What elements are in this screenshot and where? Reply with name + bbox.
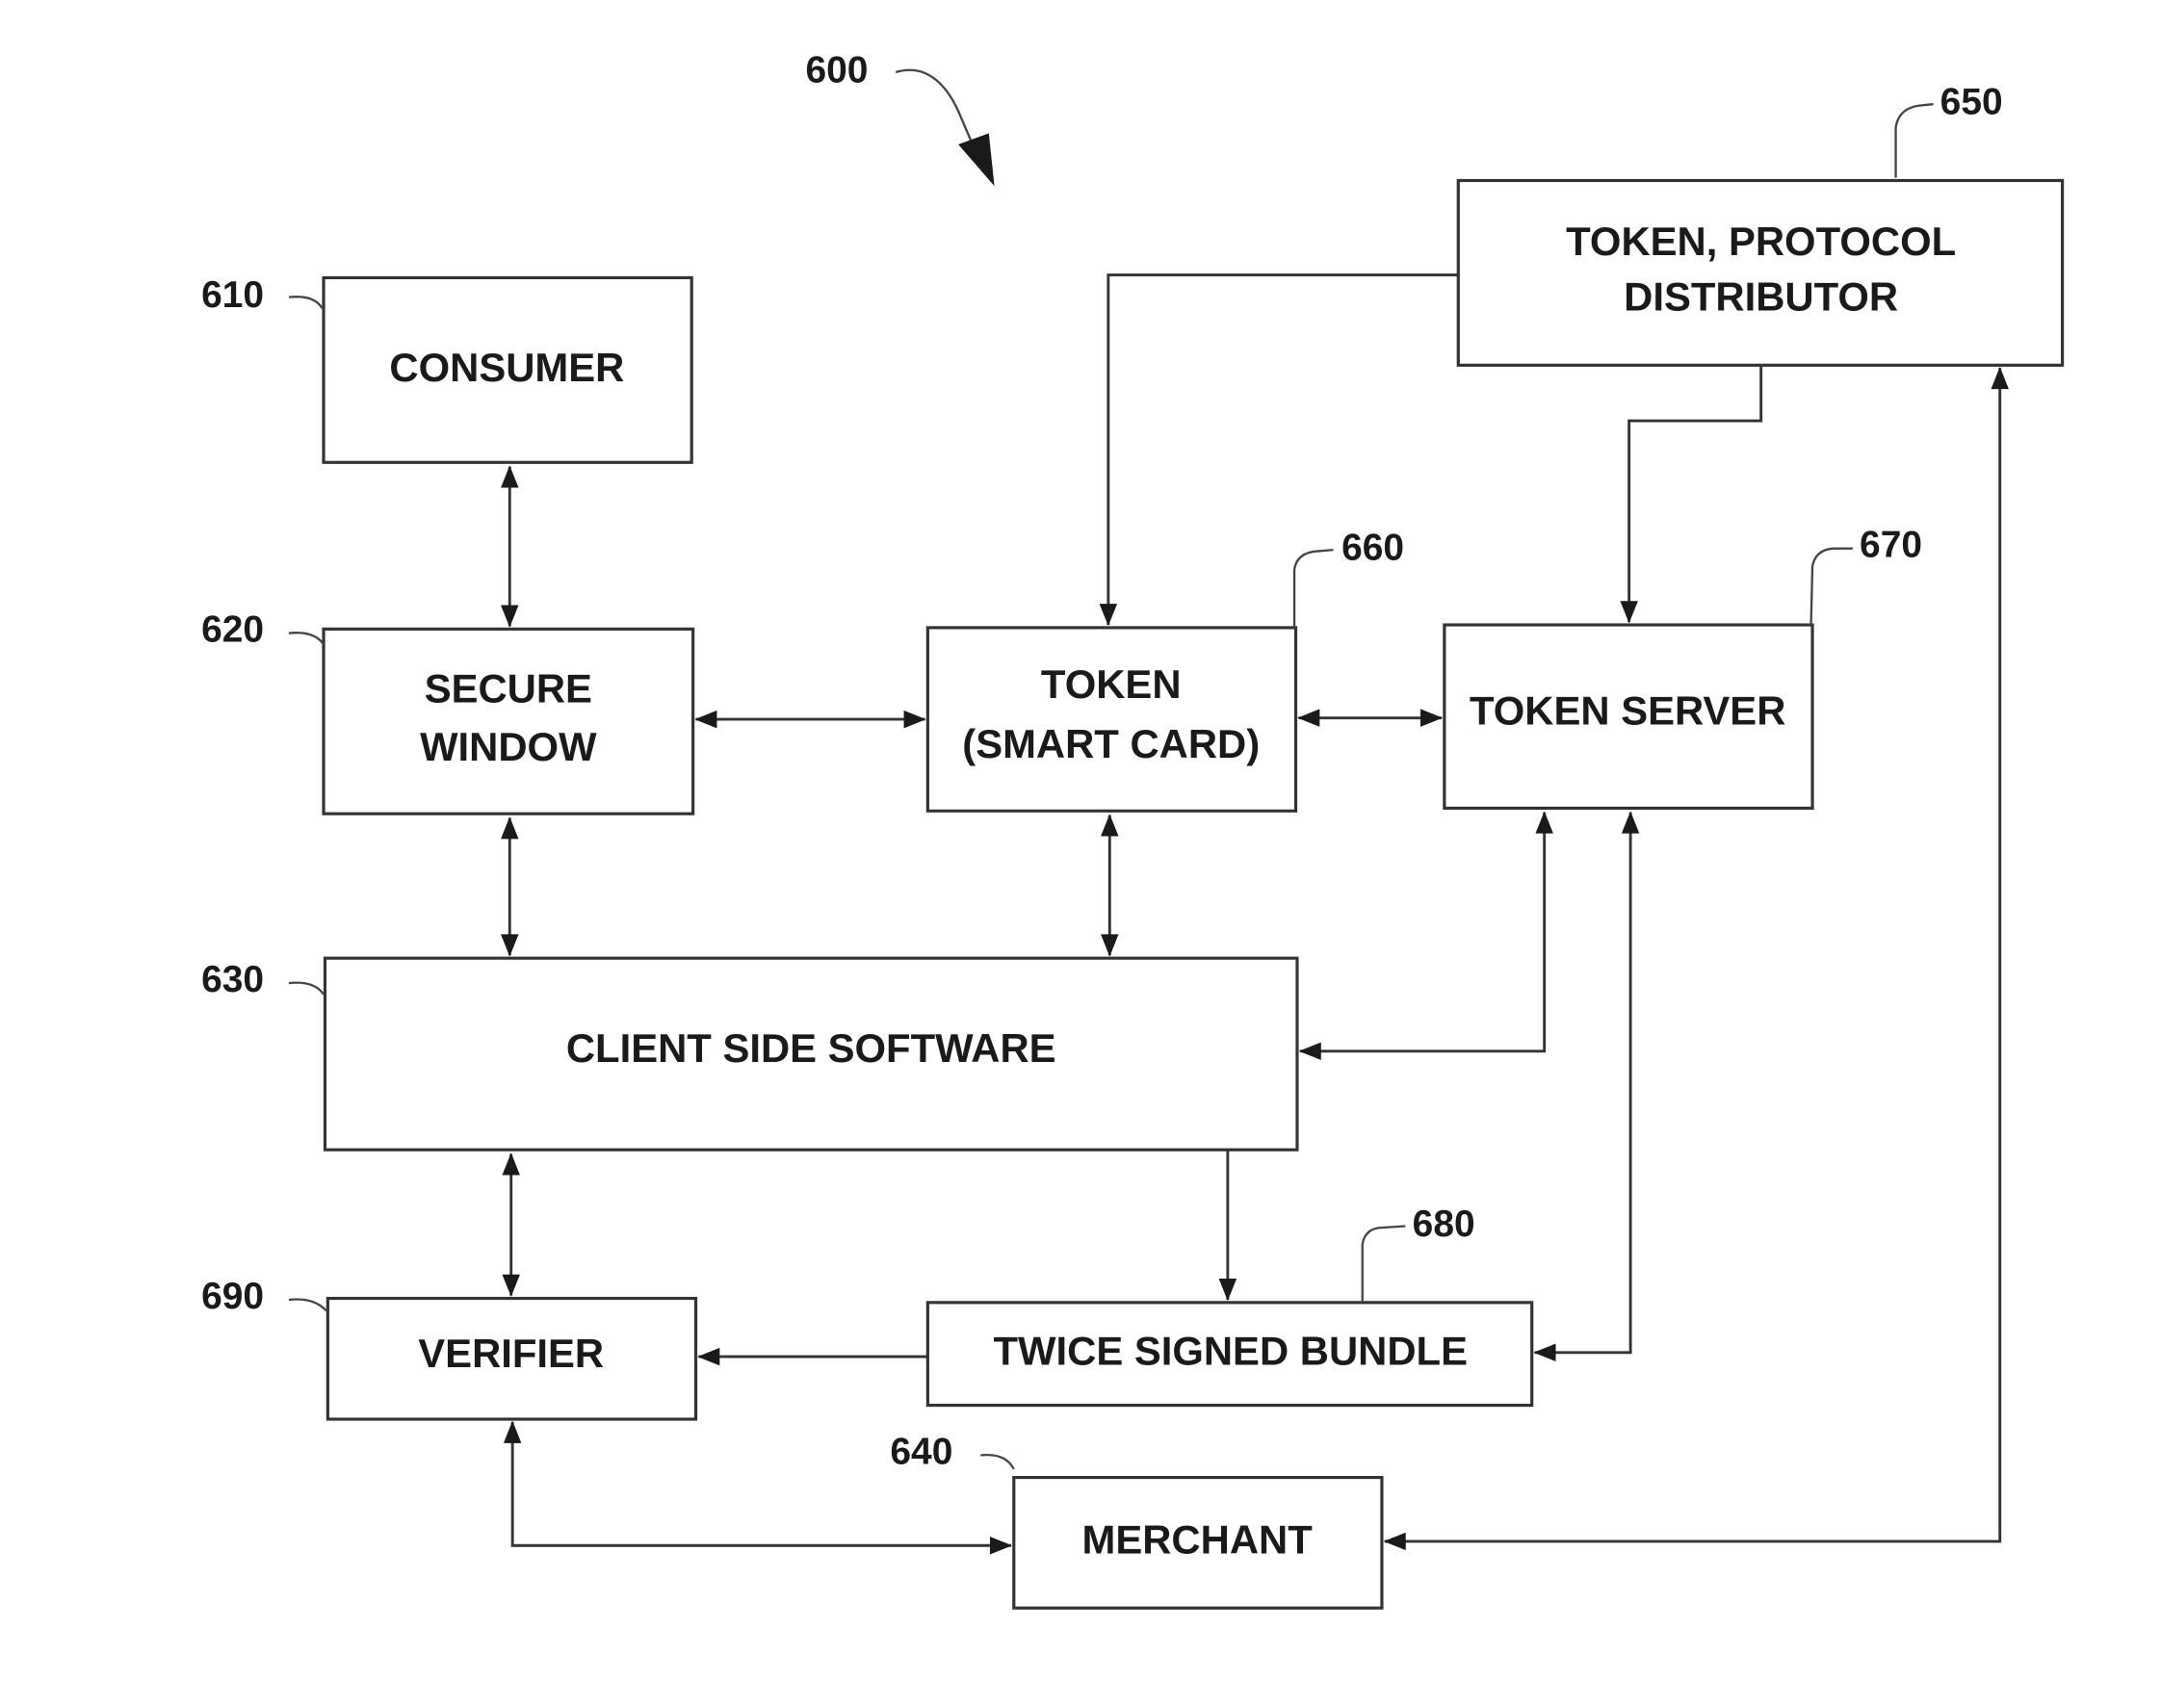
secure-window-box: [322, 627, 695, 815]
ref-630: 630: [201, 959, 264, 1000]
arrow-token-server-twice-signed-bundle: [1533, 811, 1640, 1362]
block-twice-signed-bundle: TWICE SIGNED BUNDLE 680: [925, 1203, 1534, 1408]
block-merchant: MERCHANT 640: [890, 1431, 1384, 1610]
ref-680: 680: [1413, 1203, 1475, 1245]
figure-reference-leader: [895, 68, 976, 151]
ref-650: 650: [1940, 81, 2003, 122]
secure-window-label-line-2: WINDOW: [420, 724, 597, 769]
token-smart-card-label-line-1: TOKEN: [1041, 661, 1182, 707]
block-token-protocol-distributor: TOKEN, PROTOCOL DISTRIBUTOR 650: [1456, 81, 2065, 367]
ref-620-leader: [288, 632, 325, 645]
block-secure-window: SECURE WINDOW 620: [201, 609, 695, 815]
block-consumer: CONSUMER 610: [201, 274, 693, 464]
ref-610-leader: [288, 296, 324, 309]
ref-660-leader: [1292, 548, 1334, 628]
block-verifier: VERIFIER 690: [201, 1276, 698, 1421]
consumer-label: CONSUMER: [389, 345, 624, 390]
figure-number-label: 600: [805, 49, 868, 91]
block-token-server: TOKEN SERVER 670: [1443, 525, 1922, 810]
ref-670-leader: [1810, 547, 1853, 626]
block-token-smart-card: TOKEN (SMART CARD) 660: [925, 527, 1404, 813]
figure-reference-arrow-icon: [958, 133, 995, 187]
token-smart-card-label-line-2: (SMART CARD): [962, 721, 1260, 766]
merchant-label: MERCHANT: [1082, 1516, 1314, 1562]
arrow-token-server-client: [1298, 811, 1553, 1061]
ref-610: 610: [201, 274, 264, 316]
ref-620: 620: [201, 609, 264, 651]
twice-signed-bundle-label: TWICE SIGNED BUNDLE: [994, 1328, 1468, 1373]
ref-650-leader: [1894, 103, 1934, 178]
block-client-side-software: CLIENT SIDE SOFTWARE 630: [201, 956, 1299, 1152]
ref-660: 660: [1341, 527, 1404, 568]
block-diagram: 600 TOKEN, PROTOCOL DISTRIBUTOR 650 CONS…: [201, 49, 2065, 1610]
verifier-label: VERIFIER: [418, 1331, 604, 1376]
arrow-distributor-token: [1099, 273, 1459, 627]
ref-670: 670: [1860, 525, 1922, 566]
ref-690-leader: [288, 1298, 327, 1312]
arrow-distributor-token-server: [1620, 366, 1763, 624]
token-protocol-distributor-box: [1456, 178, 2065, 367]
token-server-label: TOKEN SERVER: [1470, 687, 1785, 733]
ref-640-leader: [980, 1453, 1015, 1470]
token-protocol-distributor-label-line-2: DISTRIBUTOR: [1624, 274, 1898, 320]
ref-640: 640: [890, 1431, 952, 1472]
ref-690: 690: [201, 1276, 264, 1317]
token-protocol-distributor-label-line-1: TOKEN, PROTOCOL: [1566, 219, 1956, 264]
figure-reference: 600: [805, 49, 995, 187]
ref-680-leader: [1361, 1225, 1406, 1303]
secure-window-label-line-1: SECURE: [425, 665, 592, 711]
token-smart-card-box: [925, 626, 1298, 813]
client-side-software-label: CLIENT SIDE SOFTWARE: [566, 1025, 1056, 1071]
ref-630-leader: [288, 981, 325, 996]
